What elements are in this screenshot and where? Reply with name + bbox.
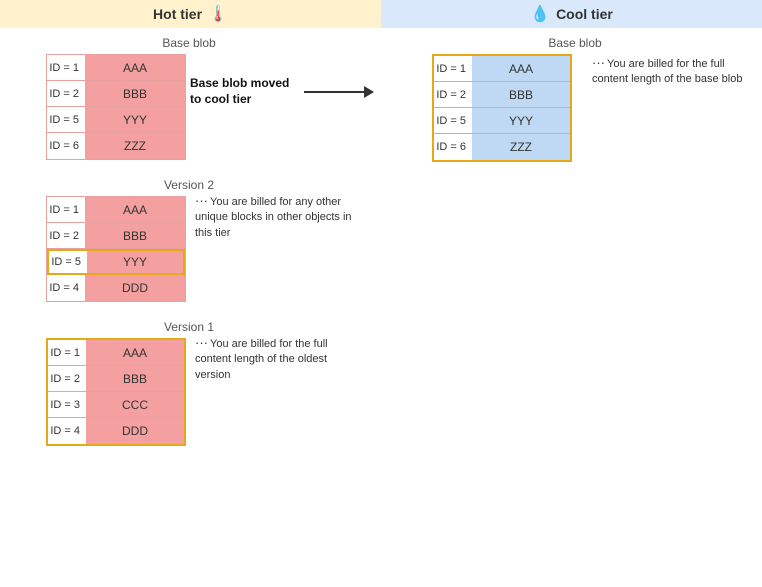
- version1-section: Version 1 ID = 1 AAA ID = 2 BBB ID = 3 C…: [10, 320, 368, 446]
- hot-icon: 🌡️: [208, 4, 228, 24]
- row-cell: AAA: [86, 340, 184, 365]
- row-cell: CCC: [86, 392, 184, 417]
- row-id: ID = 4: [47, 282, 85, 294]
- arrow-line: [304, 86, 374, 98]
- table-row: ID = 1 AAA: [48, 340, 184, 366]
- row-cell: YYY: [87, 251, 183, 273]
- row-cell: BBB: [86, 366, 184, 391]
- version1-annotation: ···You are billed for the full content l…: [195, 334, 365, 383]
- row-cell: ZZZ: [85, 133, 185, 159]
- cool-base-annotation: ···You are billed for the full content l…: [592, 54, 752, 88]
- row-id: ID = 6: [47, 140, 85, 152]
- row-id: ID = 1: [47, 62, 85, 74]
- cool-base-blob-table: ID = 1 AAA ID = 2 BBB ID = 5 YYY ID = 6 …: [432, 54, 572, 162]
- version2-table: ID = 1 AAA ID = 2 BBB ID = 5 YYY ID = 4 …: [46, 196, 186, 302]
- hot-tier-label: Hot tier: [153, 6, 202, 22]
- row-id: ID = 1: [47, 204, 85, 216]
- table-row: ID = 4 DDD: [48, 418, 184, 444]
- base-blob-title: Base blob: [10, 36, 368, 50]
- table-row: ID = 6 ZZZ: [434, 134, 570, 160]
- row-id: ID = 5: [49, 256, 87, 268]
- base-blob-table: ID = 1 AAA ID = 2 BBB ID = 5 YYY ID = 6 …: [46, 54, 186, 160]
- table-row: ID = 1 AAA: [47, 197, 185, 223]
- row-id: ID = 5: [47, 114, 85, 126]
- row-id: ID = 2: [48, 373, 86, 385]
- cool-base-blob-title: Base blob: [396, 36, 754, 50]
- row-cell: AAA: [85, 197, 185, 222]
- table-row: ID = 5 YYY: [47, 249, 185, 275]
- base-blob-section: Base blob ID = 1 AAA ID = 2 BBB ID = 5 Y…: [10, 36, 368, 160]
- row-cell-cool: AAA: [472, 56, 570, 81]
- table-row: ID = 5 YYY: [47, 107, 185, 133]
- row-cell: AAA: [85, 55, 185, 80]
- row-cell: BBB: [85, 81, 185, 106]
- row-cell-cool: ZZZ: [472, 134, 570, 160]
- row-id: ID = 2: [47, 230, 85, 242]
- table-row: ID = 4 DDD: [47, 275, 185, 301]
- version2-annotation: ···You are billed for any other unique b…: [195, 192, 355, 241]
- version2-section: Version 2 ID = 1 AAA ID = 2 BBB ID = 5 Y…: [10, 178, 368, 302]
- arrow-head: [364, 86, 374, 98]
- table-row: ID = 5 YYY: [434, 108, 570, 134]
- table-row: ID = 2 BBB: [434, 82, 570, 108]
- header-bar: Hot tier 🌡️ 💧 Cool tier: [0, 0, 762, 28]
- row-id: ID = 5: [434, 115, 472, 127]
- version1-title: Version 1: [10, 320, 368, 334]
- table-row: ID = 3 CCC: [48, 392, 184, 418]
- hot-tier-header: Hot tier 🌡️: [0, 0, 381, 28]
- arrow-shaft: [304, 91, 364, 93]
- move-label: Base blob moved to cool tier: [190, 76, 300, 107]
- row-id: ID = 3: [48, 399, 86, 411]
- version1-table: ID = 1 AAA ID = 2 BBB ID = 3 CCC ID = 4 …: [46, 338, 186, 446]
- row-id: ID = 6: [434, 141, 472, 153]
- cool-tier-label: Cool tier: [556, 6, 613, 22]
- row-cell-cool: YYY: [472, 108, 570, 133]
- table-row: ID = 1 AAA: [434, 56, 570, 82]
- row-cell: DDD: [86, 418, 184, 444]
- row-id: ID = 2: [47, 88, 85, 100]
- move-arrow: Base blob moved to cool tier: [190, 76, 374, 107]
- main-content: Base blob ID = 1 AAA ID = 2 BBB ID = 5 Y…: [0, 28, 762, 587]
- cool-side: Base blob ID = 1 AAA ID = 2 BBB ID = 5 Y…: [376, 28, 762, 587]
- row-cell-cool: BBB: [472, 82, 570, 107]
- table-row: ID = 2 BBB: [47, 223, 185, 249]
- row-id: ID = 1: [434, 63, 472, 75]
- cool-tier-header: 💧 Cool tier: [381, 0, 762, 28]
- table-row: ID = 2 BBB: [48, 366, 184, 392]
- version2-title: Version 2: [10, 178, 368, 192]
- table-row: ID = 6 ZZZ: [47, 133, 185, 159]
- row-id: ID = 1: [48, 347, 86, 359]
- row-cell: DDD: [85, 275, 185, 301]
- row-id: ID = 2: [434, 89, 472, 101]
- hot-side: Base blob ID = 1 AAA ID = 2 BBB ID = 5 Y…: [0, 28, 376, 587]
- cool-base-blob-section: Base blob ID = 1 AAA ID = 2 BBB ID = 5 Y…: [396, 36, 754, 162]
- cool-icon: 💧: [530, 4, 550, 24]
- table-row: ID = 1 AAA: [47, 55, 185, 81]
- row-cell: BBB: [85, 223, 185, 248]
- row-id: ID = 4: [48, 425, 86, 437]
- row-cell: YYY: [85, 107, 185, 132]
- table-row: ID = 2 BBB: [47, 81, 185, 107]
